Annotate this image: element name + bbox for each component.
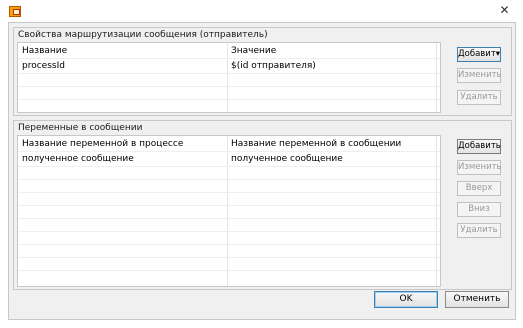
row-divider — [18, 205, 440, 206]
routing-properties-title: Свойства маршрутизации сообщения (отправ… — [18, 30, 268, 40]
move-down-button[interactable]: Вниз — [457, 202, 501, 217]
add-routing-button[interactable]: Добавит▾ — [457, 47, 501, 62]
header-divider — [18, 58, 440, 59]
routing-properties-group: Свойства маршрутизации сообщения (отправ… — [13, 27, 512, 116]
row-divider — [18, 231, 440, 232]
header-divider — [18, 151, 440, 152]
row-divider — [18, 86, 440, 87]
table-row[interactable]: processId $(id отправителя) — [18, 60, 440, 72]
cell-process-variable: полученное сообщение — [22, 154, 134, 164]
message-variables-table[interactable]: Название переменной в процессе Название … — [17, 135, 441, 287]
app-icon — [9, 6, 21, 17]
delete-variable-button[interactable]: Удалить — [457, 223, 501, 238]
close-icon[interactable]: ✕ — [492, 2, 517, 18]
cell-message-variable: полученное сообщение — [231, 154, 343, 164]
move-up-button[interactable]: Вверх — [457, 181, 501, 196]
title-bar: ✕ — [0, 0, 523, 22]
ok-button[interactable]: OK — [374, 291, 438, 308]
row-divider — [18, 244, 440, 245]
row-divider — [18, 179, 440, 180]
table-row[interactable]: полученное сообщение полученное сообщени… — [18, 153, 440, 165]
row-divider — [18, 270, 440, 271]
message-variables-group: Переменные в сообщении Название переменн… — [13, 120, 512, 290]
edit-variable-button[interactable]: Изменить — [457, 160, 502, 175]
row-divider — [18, 257, 440, 258]
cell-value: $(id отправителя) — [231, 61, 316, 71]
row-divider — [18, 218, 440, 219]
routing-properties-table[interactable]: Название Значение processId $(id отправи… — [17, 42, 441, 113]
row-divider — [18, 73, 440, 74]
cancel-button[interactable]: Отменить — [445, 291, 509, 308]
row-divider — [18, 166, 440, 167]
dialog-window: ✕ Свойства маршрутизации сообщения (отпр… — [0, 0, 523, 328]
dialog-client-area: Свойства маршрутизации сообщения (отправ… — [8, 22, 516, 320]
row-divider — [18, 192, 440, 193]
delete-routing-button[interactable]: Удалить — [457, 90, 501, 105]
add-variable-button[interactable]: Добавить — [457, 139, 501, 154]
column-divider — [436, 43, 437, 112]
column-divider — [227, 43, 228, 112]
cell-name: processId — [22, 61, 65, 71]
row-divider — [18, 99, 440, 100]
edit-routing-button[interactable]: Изменить — [457, 68, 502, 83]
message-variables-title: Переменные в сообщении — [18, 123, 143, 133]
